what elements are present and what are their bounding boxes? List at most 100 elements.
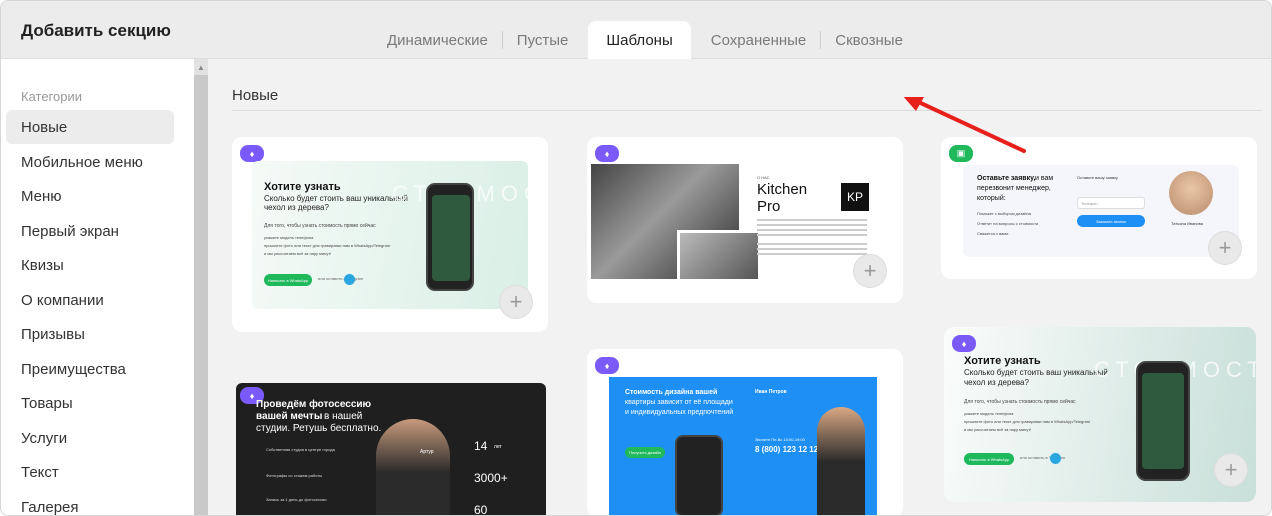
preview-stat-unit: лет bbox=[494, 444, 502, 450]
templates-panel: Новые ♦ Хотите узнать Сколько будет стои… bbox=[208, 59, 1271, 515]
preview-bullet: и мы рассчитаем всё за пару минут! bbox=[264, 251, 332, 256]
preview-heading: Хотите узнать bbox=[264, 181, 341, 193]
preview-heading: Стоимость дизайна вашей bbox=[625, 389, 718, 396]
dialog-title: Добавить секцию bbox=[21, 21, 171, 40]
category-item-advantages[interactable]: Преимущества bbox=[6, 352, 174, 386]
preview-button: Написать в WhatsApp bbox=[264, 274, 312, 286]
preview-heading: Оставьте заявку, bbox=[977, 175, 1036, 182]
premium-badge-icon: ♦ bbox=[240, 145, 264, 162]
preview-stat: 3000+ bbox=[474, 471, 508, 485]
preview-bullet: пришлите фото или текст для гравировки н… bbox=[264, 243, 391, 248]
add-template-button[interactable]: + bbox=[1208, 231, 1242, 265]
photographer-photo-image bbox=[376, 419, 450, 515]
preview-bullet: Поможет с выбором дизайна bbox=[977, 211, 1031, 216]
phone-mockup-image bbox=[426, 183, 474, 291]
tab-saved[interactable]: Сохраненные bbox=[697, 21, 821, 59]
preview-heading: в нашей bbox=[324, 411, 363, 422]
tab-dynamic[interactable]: Динамические bbox=[373, 21, 502, 59]
category-item-mobile-menu[interactable]: Мобильное меню bbox=[6, 145, 174, 179]
category-item-products[interactable]: Товары bbox=[6, 386, 174, 420]
preview-paragraph bbox=[757, 219, 867, 221]
preview-subheading: Сколько будет стоить ваш уникальный bbox=[964, 368, 1108, 377]
preview-heading: квартиры зависит от её площади bbox=[625, 399, 733, 406]
preview-phone-label: Звоните Пн-Вс 10:00-19:00 bbox=[755, 437, 805, 442]
category-item-calls[interactable]: Призывы bbox=[6, 317, 174, 351]
preview-form-title: Оставьте вашу заявку bbox=[1077, 175, 1118, 180]
preview-button: Написать в WhatsApp bbox=[964, 453, 1014, 465]
avatar bbox=[1169, 171, 1213, 215]
sidebar-scrollbar[interactable]: ▲ bbox=[194, 59, 208, 515]
add-template-button[interactable]: + bbox=[499, 285, 533, 319]
preview-person-name: Артур bbox=[420, 449, 434, 455]
annotation-arrow-icon bbox=[903, 97, 1026, 153]
add-template-button[interactable]: + bbox=[853, 254, 887, 288]
preview-bullet: пришлите фото или текст для гравировки н… bbox=[964, 419, 1091, 424]
section-divider bbox=[232, 110, 1262, 111]
section-title: Новые bbox=[232, 87, 279, 104]
preview-heading: и индивидуальных предпочтений bbox=[625, 409, 734, 416]
dialog-header: Добавить секцию Динамические Пустые Шабл… bbox=[1, 1, 1271, 59]
template-card[interactable]: ♦ Стоимость дизайна вашей квартиры завис… bbox=[587, 349, 903, 515]
tab-bar: Динамические Пустые Шаблоны Сохраненные … bbox=[373, 21, 917, 59]
preview-heading: и вам bbox=[1035, 175, 1054, 182]
categories-label: Категории bbox=[21, 89, 82, 104]
category-item-quizzes[interactable]: Квизы bbox=[6, 248, 174, 282]
preview-bullet: Ответит на вопросы о стоимости bbox=[977, 221, 1039, 226]
telegram-icon bbox=[344, 274, 355, 285]
preview-bullet: Запись за 1 день до фотосессии bbox=[266, 497, 327, 502]
preview-bullet: Собственная студия в центре города bbox=[266, 447, 335, 452]
add-section-dialog: Добавить секцию Динамические Пустые Шабл… bbox=[0, 0, 1272, 516]
category-item-services[interactable]: Услуги bbox=[6, 421, 174, 455]
template-card[interactable]: ♦ Проведём фотосессию вашей мечты в наше… bbox=[236, 383, 546, 515]
premium-badge-icon: ♦ bbox=[595, 357, 619, 374]
preview-text: Для того, чтобы узнать стоимость прямо с… bbox=[264, 223, 376, 229]
premium-badge-icon: ♦ bbox=[595, 145, 619, 162]
preview-person-name: Иван Петров bbox=[755, 389, 787, 395]
tab-empty[interactable]: Пустые bbox=[503, 21, 583, 59]
tab-templates[interactable]: Шаблоны bbox=[588, 21, 691, 59]
premium-badge-icon: ♦ bbox=[952, 335, 976, 352]
category-item-new[interactable]: Новые bbox=[6, 110, 174, 144]
logo-icon: KP bbox=[841, 183, 869, 211]
scroll-up-icon[interactable]: ▲ bbox=[197, 63, 205, 72]
designer-photo-image bbox=[817, 407, 865, 515]
category-item-about[interactable]: О компании bbox=[6, 283, 174, 317]
preview-person-name: Татьяна Иванова bbox=[1171, 221, 1203, 226]
category-item-gallery[interactable]: Галерея bbox=[6, 490, 174, 516]
preview-heading: который: bbox=[977, 195, 1006, 202]
preview-bullet: и мы рассчитаем всё за пару минут! bbox=[964, 427, 1032, 432]
tab-global[interactable]: Сквозные bbox=[821, 21, 917, 59]
preview-brand: Kitchen bbox=[757, 181, 808, 198]
category-item-menu[interactable]: Меню bbox=[6, 179, 174, 213]
template-card[interactable]: ♦ Хотите узнать Сколько будет стоить ваш… bbox=[944, 327, 1256, 502]
category-item-text[interactable]: Текст bbox=[6, 455, 174, 489]
preview-heading: студии. Ретушь бесплатно. bbox=[256, 423, 382, 434]
preview-stat: 14 bbox=[474, 439, 488, 453]
preview-button: Заказать звонок bbox=[1077, 215, 1145, 227]
preview-bullet: укажите модель телефона bbox=[264, 235, 314, 240]
preview-subheading: Сколько будет стоить ваш уникальный bbox=[264, 194, 408, 203]
category-item-first-screen[interactable]: Первый экран bbox=[6, 214, 174, 248]
preview-brand: Pro bbox=[757, 198, 781, 215]
preview-small-label: О НАС bbox=[757, 175, 770, 180]
preview-bullet: Свяжется с вами bbox=[977, 231, 1009, 236]
preview-note: или оставить в Telegram bbox=[318, 276, 364, 281]
preview-button: Получить дизайн bbox=[625, 447, 665, 458]
preview-heading: перезвонит менеджер, bbox=[977, 185, 1051, 192]
preview-text: Для того, чтобы узнать стоимость прямо с… bbox=[964, 399, 1076, 405]
template-preview: Хотите узнать Сколько будет стоить ваш у… bbox=[252, 161, 548, 309]
preview-heading: Хотите узнать bbox=[964, 355, 1041, 367]
add-template-button[interactable]: + bbox=[1214, 453, 1248, 487]
preview-bullet: Фотографы со стажем работы bbox=[266, 473, 323, 478]
scrollbar-thumb[interactable] bbox=[194, 75, 208, 515]
preview-subheading: чехол из дерева? bbox=[964, 378, 1029, 387]
phone-mockup-image bbox=[1136, 361, 1190, 481]
template-card[interactable]: ♦ Хотите узнать Сколько будет стоить ваш… bbox=[232, 137, 548, 332]
kitchen-photo-image bbox=[677, 230, 761, 282]
template-card[interactable]: ♦ О НАС Kitchen Pro KP + bbox=[587, 137, 903, 303]
preview-phone: 8 (800) 123 12 12 bbox=[755, 445, 819, 454]
category-sidebar: Категории Новые Мобильное меню Меню Перв… bbox=[1, 59, 194, 516]
phone-mockup-image bbox=[675, 435, 723, 515]
preview-bullet: укажите модель телефона bbox=[964, 411, 1014, 416]
preview-heading: Проведём фотосессию bbox=[256, 399, 372, 410]
